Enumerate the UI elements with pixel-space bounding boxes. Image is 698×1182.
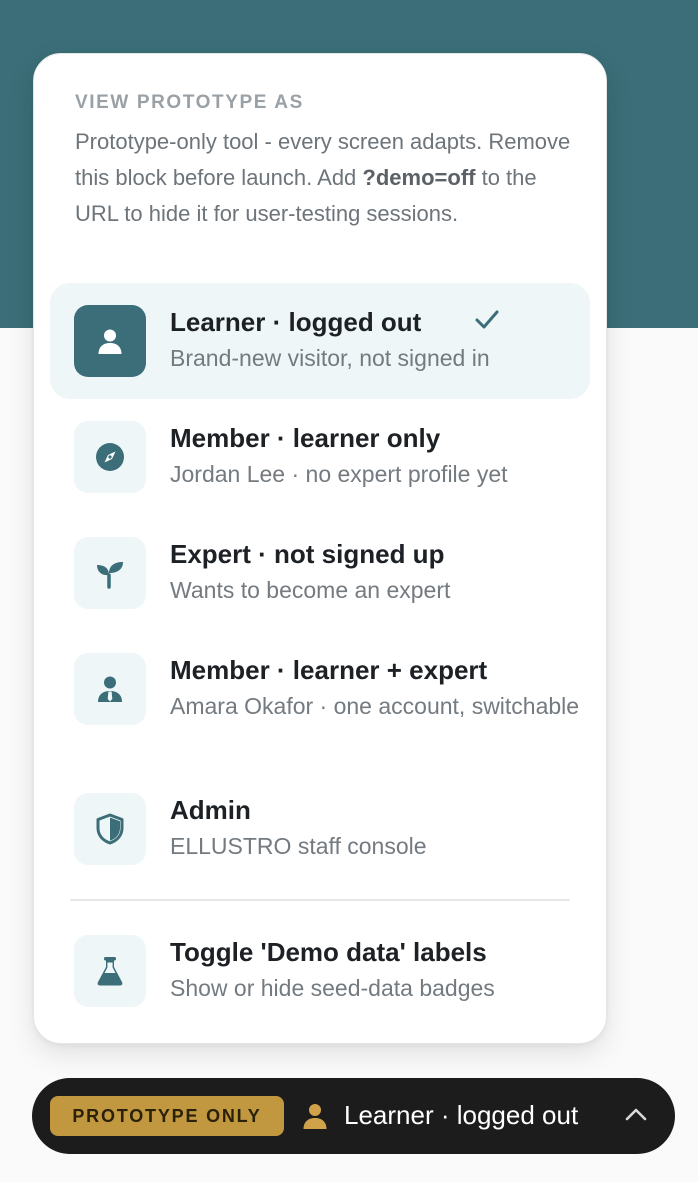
- role-option-admin[interactable]: Admin ELLUSTRO staff console: [50, 771, 590, 887]
- role-icon-tile: [74, 935, 146, 1007]
- panel-intro: Prototype-only tool - every screen adapt…: [75, 124, 575, 232]
- person-tie-icon: [98, 676, 122, 702]
- role-title: Learner · logged out: [170, 307, 422, 337]
- toggle-demo-data-option[interactable]: Toggle 'Demo data' labels Show or hide s…: [50, 913, 590, 1029]
- role-icon-tile: [74, 421, 146, 493]
- view-as-panel: VIEW PROTOTYPE AS Prototype-only tool - …: [33, 53, 607, 1044]
- panel-divider: [70, 899, 570, 901]
- prototype-role-bar[interactable]: PROTOTYPE ONLY Learner · logged out: [32, 1078, 675, 1154]
- role-title: Member · learner + expert: [170, 655, 488, 685]
- role-title: Member · learner only: [170, 423, 441, 453]
- intro-code: ?demo=off: [362, 165, 476, 190]
- role-title: Admin: [170, 795, 251, 825]
- toggle-title: Toggle 'Demo data' labels: [170, 937, 487, 967]
- current-role-label: Learner · logged out: [344, 1100, 579, 1130]
- role-subtitle: Brand-new visitor, not signed in: [170, 345, 490, 371]
- role-option-learner-logged-out[interactable]: Learner · logged out Brand-new visitor, …: [50, 283, 590, 399]
- role-subtitle: ELLUSTRO staff console: [170, 833, 427, 859]
- toggle-subtitle: Show or hide seed-data badges: [170, 975, 495, 1001]
- flask-icon: [97, 957, 123, 986]
- sprout-icon: [97, 562, 123, 589]
- chevron-up-icon[interactable]: [624, 1106, 648, 1122]
- role-option-member-learner-expert[interactable]: Member · learner + expert Amara Okafor ·…: [50, 631, 590, 771]
- role-icon-tile: [74, 653, 146, 725]
- role-option-member-learner-only[interactable]: Member · learner only Jordan Lee · no ex…: [50, 399, 590, 515]
- person-icon: [98, 329, 122, 354]
- compass-icon: [96, 443, 124, 471]
- user-icon: [303, 1104, 327, 1129]
- check-icon: [475, 310, 499, 329]
- role-title: Expert · not signed up: [170, 539, 445, 569]
- prototype-only-badge: PROTOTYPE ONLY: [50, 1096, 284, 1136]
- role-icon-tile: [74, 305, 146, 377]
- shield-icon: [96, 813, 124, 845]
- role-icon-tile: [74, 537, 146, 609]
- role-subtitle: Amara Okafor · one account, switchable: [170, 693, 580, 719]
- role-icon-tile: [74, 793, 146, 865]
- role-subtitle: Jordan Lee · no expert profile yet: [170, 461, 508, 487]
- role-subtitle: Wants to become an expert: [170, 577, 451, 603]
- panel-eyebrow: VIEW PROTOTYPE AS: [75, 92, 304, 113]
- role-option-expert-not-signed-up[interactable]: Expert · not signed up Wants to become a…: [50, 515, 590, 631]
